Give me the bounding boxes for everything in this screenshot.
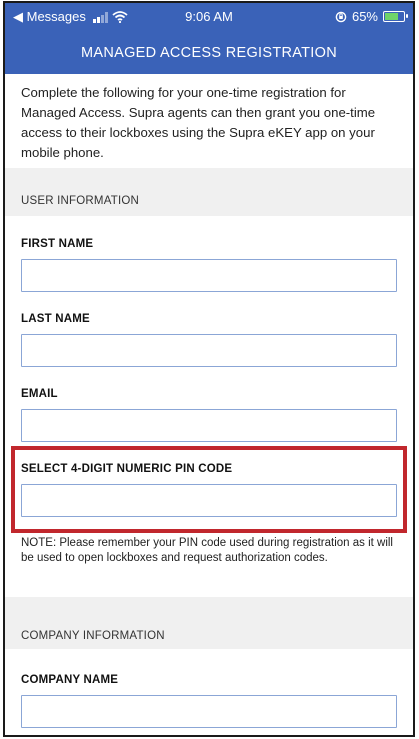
orientation-lock-icon xyxy=(335,11,347,23)
first-name-label: FIRST NAME xyxy=(21,238,94,250)
company-name-label: COMPANY NAME xyxy=(21,674,119,686)
email-label: EMAIL xyxy=(21,388,58,400)
page-title: MANAGED ACCESS REGISTRATION xyxy=(5,32,413,74)
company-info-section-label: COMPANY INFORMATION xyxy=(21,630,165,642)
phone-screen: ◀ Messages 9:06 AM 65% MANAGED ACCESS RE… xyxy=(3,1,415,737)
battery-icon xyxy=(383,11,408,22)
last-name-label: LAST NAME xyxy=(21,313,90,325)
company-name-field[interactable] xyxy=(21,695,397,728)
first-name-field[interactable] xyxy=(21,259,397,292)
battery-percent: 65% xyxy=(351,9,378,24)
intro-text: Complete the following for your one-time… xyxy=(21,85,376,160)
pin-label: SELECT 4-DIGIT NUMERIC PIN CODE xyxy=(21,463,233,475)
status-right: 65% xyxy=(335,9,408,24)
last-name-field[interactable] xyxy=(21,334,397,367)
pin-note: NOTE: Please remember your PIN code used… xyxy=(21,537,393,564)
pin-code-field[interactable] xyxy=(21,484,397,517)
email-field[interactable] xyxy=(21,409,397,442)
status-bar: ◀ Messages 9:06 AM 65% xyxy=(5,3,413,32)
user-info-section-label: USER INFORMATION xyxy=(21,195,139,207)
user-info-section-header xyxy=(5,168,413,216)
